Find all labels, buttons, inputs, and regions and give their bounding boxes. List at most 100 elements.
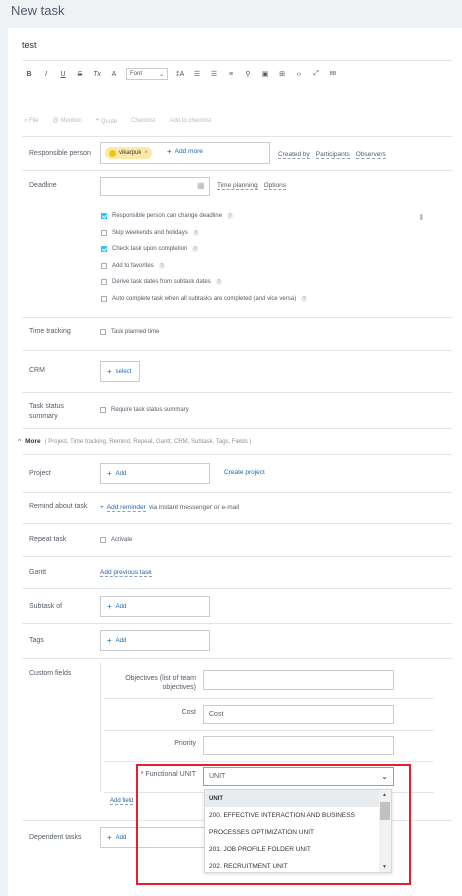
add-previous-task-link[interactable]: Add previous task <box>100 569 152 577</box>
checkbox[interactable] <box>100 537 106 543</box>
project-add-label: Add <box>115 470 127 477</box>
bullet-list-icon[interactable]: ☰ <box>209 70 219 78</box>
gantt-label: Gantt <box>29 569 47 576</box>
checkbox[interactable] <box>101 263 107 269</box>
table-icon[interactable]: ⊞ <box>277 70 287 78</box>
add-to-checklist-button[interactable]: Add to checklist <box>169 118 211 125</box>
options-link[interactable]: Options <box>263 182 286 190</box>
tags-add-button[interactable]: + Add <box>100 630 210 651</box>
plus-icon: + <box>107 833 112 842</box>
checkbox[interactable] <box>100 407 106 413</box>
time-tracking-option[interactable]: Task planned time <box>100 329 159 335</box>
link-icon[interactable]: ⚲ <box>243 70 253 78</box>
checkbox-label: Check task upon completion <box>112 246 188 252</box>
plus-icon: + <box>107 602 112 611</box>
task-title-input[interactable]: test <box>22 40 37 50</box>
time-planning-link[interactable]: Time planning <box>217 182 258 190</box>
attach-bar: ⌕ File @ Mention ❞ Quote Checklist Add t… <box>24 118 211 125</box>
created-by-link[interactable]: Created by <box>278 151 310 159</box>
remind-label: Remind about task <box>29 503 88 510</box>
mention-button[interactable]: @ Mention <box>53 118 82 125</box>
code-icon[interactable]: ‹› <box>294 71 304 78</box>
avatar <box>109 149 116 157</box>
plus-icon: + <box>107 367 112 376</box>
checkbox[interactable] <box>101 230 107 236</box>
add-more-button[interactable]: + Add more <box>167 147 203 156</box>
deadline-option-4[interactable]: Derive task dates from subtask dates? <box>101 279 222 285</box>
status-summary-option[interactable]: Require task status summary <box>100 407 189 413</box>
checkbox[interactable] <box>101 246 107 252</box>
deadline-option-2[interactable]: Check task upon completion? <box>101 246 199 252</box>
subtask-add-label: Add <box>115 603 127 610</box>
clear-format-button[interactable]: Tx <box>92 71 102 78</box>
checkbox-label: Require task status summary <box>111 407 189 413</box>
fullscreen-icon[interactable]: ⤢ <box>311 70 321 78</box>
checkbox-label: Add to favorites <box>112 263 154 269</box>
deadline-option-5[interactable]: Auto complete task when all subtasks are… <box>101 296 308 302</box>
bbcode-button[interactable]: BB <box>328 71 338 77</box>
chevron-down-icon: ⌄ <box>158 71 164 78</box>
checkbox[interactable] <box>100 329 106 335</box>
status-summary-label-line1: Task status <box>29 403 65 410</box>
priority-label: Priority <box>174 740 196 747</box>
bold-button[interactable]: B <box>24 71 34 78</box>
create-project-link[interactable]: Create project <box>224 469 265 476</box>
subtask-label: Subtask of <box>29 603 63 610</box>
objectives-input[interactable] <box>203 670 394 690</box>
checkbox[interactable] <box>101 296 107 302</box>
repeat-option[interactable]: Activate <box>100 537 132 543</box>
add-field-link[interactable]: Add field <box>110 798 134 805</box>
role-links: Created by Participants Observers <box>278 151 386 159</box>
checkbox-label: Task planned time <box>111 329 160 335</box>
deadline-option-1[interactable]: Skip weekends and holidays? <box>101 230 199 236</box>
help-icon[interactable]: ? <box>158 263 165 269</box>
image-icon[interactable]: ▣ <box>260 70 270 78</box>
editor-toolbar: B I U S Tx A Font ⌄ ‡A ☰ ☰ ≡ ⚲ ▣ ⊞ ‹› ⤢ B… <box>24 67 338 81</box>
help-icon[interactable]: ? <box>192 230 199 236</box>
chip-name: vikarpuk <box>119 150 142 156</box>
responsible-chip[interactable]: vikarpuk × <box>105 147 152 159</box>
font-size-button[interactable]: ‡A <box>175 71 185 78</box>
priority-input[interactable] <box>203 736 394 755</box>
text-color-icon[interactable]: A <box>109 71 119 78</box>
section-divider <box>22 658 452 659</box>
window-title: New task <box>11 3 65 18</box>
calendar-icon[interactable]: ▦ <box>197 181 205 190</box>
project-add-button[interactable]: + Add <box>100 463 210 484</box>
numbered-list-icon[interactable]: ☰ <box>192 70 202 78</box>
checkbox[interactable] <box>101 279 107 285</box>
close-icon[interactable]: × <box>144 150 148 156</box>
help-icon[interactable]: ? <box>215 279 222 285</box>
checkbox[interactable] <box>101 213 107 219</box>
subtask-add-button[interactable]: + Add <box>100 596 210 617</box>
quote-label: Quote <box>100 119 118 125</box>
strikethrough-button[interactable]: S <box>75 71 85 78</box>
section-divider <box>22 556 452 557</box>
more-toggle[interactable]: ^ More ( Project, Time tracking, Remind,… <box>18 438 252 445</box>
italic-button[interactable]: I <box>41 71 51 78</box>
time-tracking-label: Time tracking <box>29 328 71 335</box>
font-select[interactable]: Font ⌄ <box>126 68 168 80</box>
checklist-button[interactable]: Checklist <box>131 118 155 125</box>
attach-file-button[interactable]: ⌕ File <box>24 118 39 125</box>
observers-link[interactable]: Observers <box>355 151 386 159</box>
help-icon[interactable]: ? <box>192 246 199 252</box>
plus-icon: + <box>107 469 112 478</box>
section-divider <box>22 136 452 137</box>
crm-select-button[interactable]: + select <box>100 361 140 382</box>
deadline-option-3[interactable]: Add to favorites? <box>101 263 165 269</box>
deadline-input[interactable] <box>100 177 210 196</box>
align-icon[interactable]: ≡ <box>226 71 236 78</box>
help-icon[interactable]: ? <box>301 296 308 302</box>
underline-button[interactable]: U <box>58 71 68 78</box>
deadline-links: Time planning Options <box>217 182 286 190</box>
participants-link[interactable]: Participants <box>315 151 350 159</box>
help-icon[interactable]: ? <box>227 213 234 219</box>
dependent-add-label: Add <box>115 834 127 841</box>
status-summary-label-line2: summary <box>29 413 58 420</box>
pin-icon[interactable]: ⬇ <box>418 213 425 222</box>
deadline-option-0[interactable]: Responsible person can change deadline? <box>101 213 234 219</box>
quote-button[interactable]: ❞ Quote <box>96 118 117 125</box>
cost-input[interactable]: Cost <box>203 705 394 724</box>
add-reminder-link[interactable]: Add reminder <box>106 504 146 512</box>
